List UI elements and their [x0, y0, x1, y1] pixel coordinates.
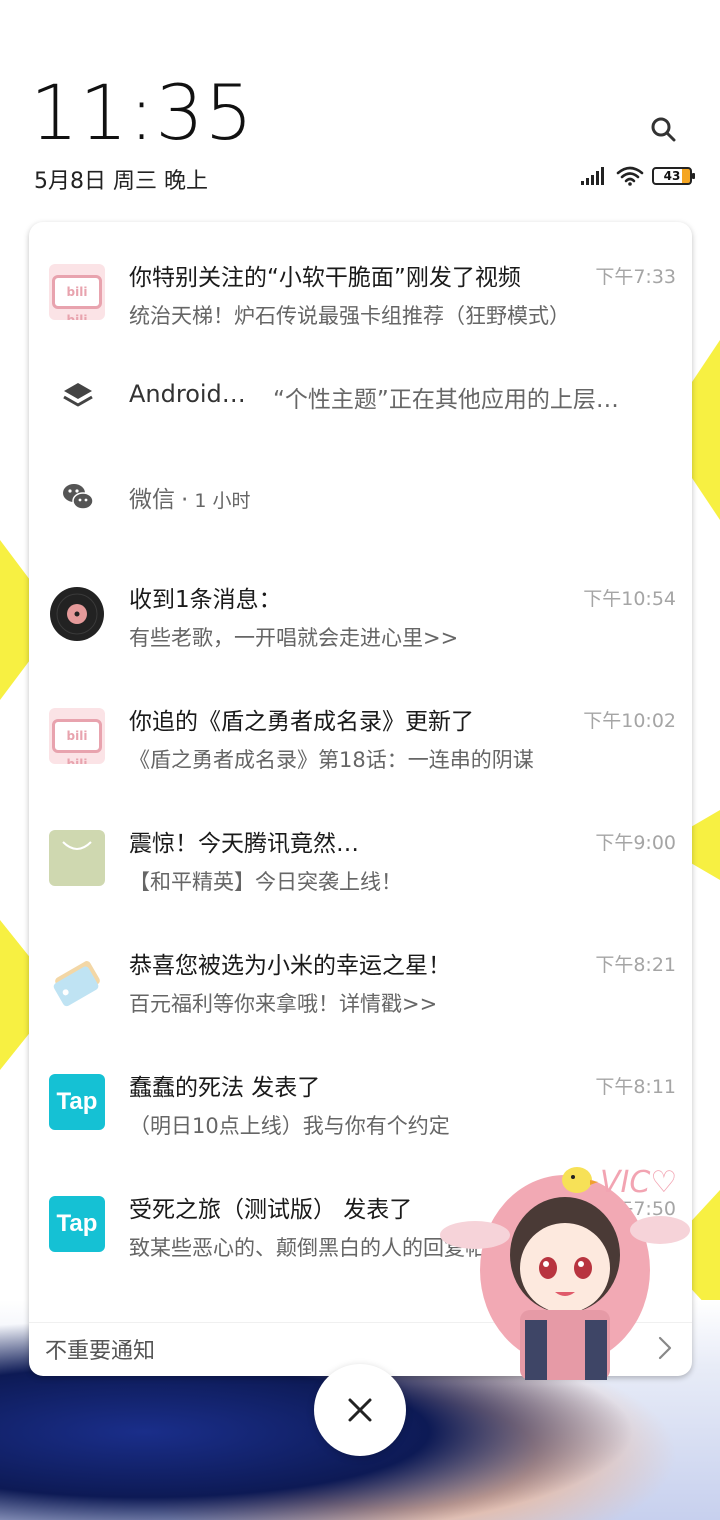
- notification-body: 《盾之勇者成名录》第18话：一连串的阴谋: [129, 748, 534, 772]
- clear-all-button[interactable]: [314, 1364, 406, 1456]
- bilibili-tv-icon: bili bili: [49, 264, 105, 320]
- notification-time: 下午9:00: [595, 832, 676, 854]
- wechat-icon: [63, 484, 94, 510]
- notification-body: 百元福利等你来拿哦！详情戳>>: [129, 992, 438, 1016]
- battery-icon: 43: [652, 167, 695, 185]
- notification-title: 收到1条消息：: [129, 587, 282, 613]
- notification-item[interactable]: bili bili 你特别关注的“小软干脆面”刚发了视频 统治天梯！炉石传说最强…: [29, 238, 692, 358]
- notification-app-name: Android…: [129, 380, 246, 408]
- notification-time: 下午10:02: [583, 710, 676, 732]
- anime-girl-sticker: VIC♡: [440, 1165, 690, 1380]
- unimportant-label: 不重要通知: [45, 1339, 156, 1364]
- taptap-icon: Tap: [49, 1074, 105, 1130]
- notification-app-name: 微信: [129, 487, 175, 513]
- notification-summary: “个性主题”正在其他应用的上层…: [273, 387, 619, 413]
- notification-item[interactable]: 恭喜您被选为小米的幸运之星！ 百元福利等你来拿哦！详情戳>> 下午8:21: [29, 926, 692, 1046]
- vinyl-record-icon: [50, 587, 104, 641]
- notification-item[interactable]: 震惊！今天腾讯竟然… 【和平精英】今日突袭上线！ 下午9:00: [29, 804, 692, 924]
- notification-time: 下午10:54: [583, 588, 676, 610]
- notification-title: 蠢蠢的死法 发表了: [129, 1075, 321, 1101]
- wallpaper-yellow-shape: [690, 810, 720, 880]
- notification-body: 有些老歌，一开唱就会走进心里>>: [129, 626, 459, 650]
- notification-item-collapsed[interactable]: Android… “个性主题”正在其他应用的上层…: [29, 347, 692, 447]
- notification-time: 下午8:21: [595, 954, 676, 976]
- close-icon: [348, 1398, 372, 1422]
- notification-title: 受死之旅（测试版） 发表了: [129, 1197, 413, 1223]
- signal-icon: [581, 167, 604, 185]
- status-bar-icons: 43: [580, 164, 700, 188]
- notification-body: （明日10点上线）我与你有个约定: [129, 1114, 450, 1138]
- notification-app-label: 微信 · 1 小时: [129, 487, 251, 513]
- notification-body: 统治天梯！炉石传说最强卡组推荐（狂野模式）: [129, 304, 570, 328]
- search-icon[interactable]: [650, 116, 676, 142]
- wifi-icon: [616, 166, 644, 186]
- date-label: 5月8日 周三 晚上: [34, 169, 208, 194]
- wallpaper-yellow-shape: [690, 340, 720, 520]
- notification-title: 你特别关注的“小软干脆面”刚发了视频: [129, 265, 521, 291]
- notification-item[interactable]: bili bili 你追的《盾之勇者成名录》更新了 《盾之勇者成名录》第18话：…: [29, 682, 692, 802]
- mi-tag-icon: [53, 961, 100, 1007]
- notification-time: 下午7:33: [595, 266, 676, 288]
- layers-icon: [63, 383, 93, 407]
- notification-item-collapsed[interactable]: 微信 · 1 小时: [29, 444, 692, 544]
- notification-age: 1 小时: [194, 490, 251, 512]
- notification-title: 你追的《盾之勇者成名录》更新了: [129, 709, 474, 735]
- clock: 11:35: [30, 68, 255, 157]
- wallpaper-yellow-shape: [0, 920, 30, 1070]
- taptap-icon: Tap: [49, 1196, 105, 1252]
- shopping-bag-icon: [49, 830, 105, 886]
- notification-body: 【和平精英】今日突袭上线！: [129, 870, 402, 894]
- notification-title: 震惊！今天腾讯竟然…: [129, 831, 359, 857]
- notification-time: 下午8:11: [595, 1076, 676, 1098]
- bilibili-tv-icon: bili bili: [49, 708, 105, 764]
- svg-text:VIC♡: VIC♡: [600, 1165, 677, 1200]
- notification-title: 恭喜您被选为小米的幸运之星！: [129, 953, 451, 979]
- wallpaper-yellow-shape: [0, 540, 30, 700]
- notification-item[interactable]: 收到1条消息： 有些老歌，一开唱就会走进心里>> 下午10:54: [29, 560, 692, 680]
